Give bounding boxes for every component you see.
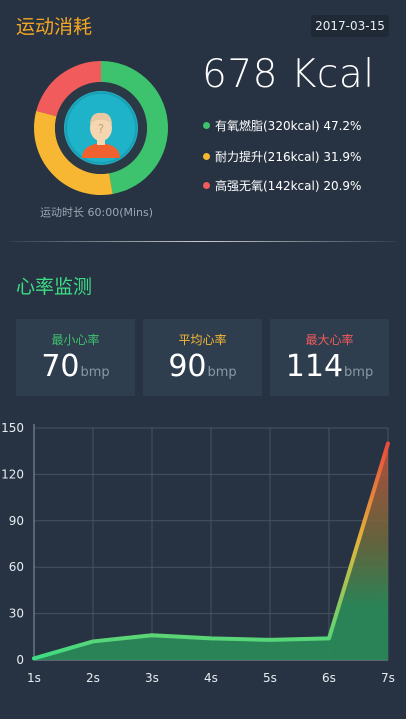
x-tick-label: 4s bbox=[204, 671, 218, 685]
card-value: 70 bbox=[41, 349, 80, 384]
card-label: 最大心率 bbox=[305, 333, 354, 347]
legend-item-aerobic: 有氧燃脂(320kcal) 47.2% bbox=[203, 117, 361, 134]
x-tick-label: 1s bbox=[27, 671, 41, 685]
card-unit: bmp bbox=[80, 365, 110, 380]
legend-item-anaerobic: 高强无氧(142kcal) 20.9% bbox=[203, 177, 361, 194]
svg-text:?: ? bbox=[98, 122, 104, 136]
y-tick-label: 90 bbox=[9, 514, 24, 528]
card-unit: bmp bbox=[344, 365, 374, 380]
y-tick-label: 0 bbox=[16, 653, 24, 667]
card-value: 90 bbox=[168, 349, 207, 384]
duration-text: 运动时长 60:00(Mins) bbox=[40, 206, 154, 219]
x-tick-label: 3s bbox=[145, 671, 159, 685]
legend-item-endurance: 耐力提升(216kcal) 31.9% bbox=[203, 148, 361, 165]
y-tick-label: 150 bbox=[1, 421, 24, 435]
card-unit: bmp bbox=[207, 365, 237, 380]
legend-dot-icon bbox=[203, 182, 210, 189]
x-tick-label: 6s bbox=[322, 671, 336, 685]
calorie-donut-chart: ? bbox=[34, 61, 168, 195]
card-label: 最小心率 bbox=[51, 333, 100, 347]
legend-label: 高强无氧(142kcal) 20.9% bbox=[215, 179, 362, 193]
legend-dot-icon bbox=[203, 153, 210, 160]
card-label: 平均心率 bbox=[178, 333, 227, 347]
heart-rate-chart: 0 30 60 90 120 150 1s 2s 3s 4s 5s 6s 7s bbox=[1, 421, 395, 685]
x-tick-label: 7s bbox=[381, 671, 395, 685]
date-badge[interactable]: 2017-03-15 bbox=[311, 15, 389, 37]
legend-dot-icon bbox=[203, 122, 210, 129]
max-heart-rate-card: 最大心率 114bmp bbox=[270, 319, 389, 396]
heart-rate-title: 心率监测 bbox=[16, 276, 93, 298]
avg-heart-rate-card: 平均心率 90bmp bbox=[143, 319, 262, 396]
legend-label: 有氧燃脂(320kcal) 47.2% bbox=[215, 119, 362, 133]
x-tick-label: 5s bbox=[263, 671, 277, 685]
y-tick-label: 60 bbox=[9, 560, 24, 574]
total-kcal: 678 Kcal bbox=[202, 52, 375, 97]
card-value: 114 bbox=[285, 349, 344, 384]
section-divider bbox=[10, 241, 396, 242]
page-title: 运动消耗 bbox=[16, 16, 93, 38]
legend-label: 耐力提升(216kcal) 31.9% bbox=[215, 150, 362, 164]
x-tick-label: 2s bbox=[86, 671, 100, 685]
min-heart-rate-card: 最小心率 70bmp bbox=[16, 319, 135, 396]
y-tick-label: 120 bbox=[1, 467, 24, 481]
y-tick-label: 30 bbox=[9, 607, 24, 621]
